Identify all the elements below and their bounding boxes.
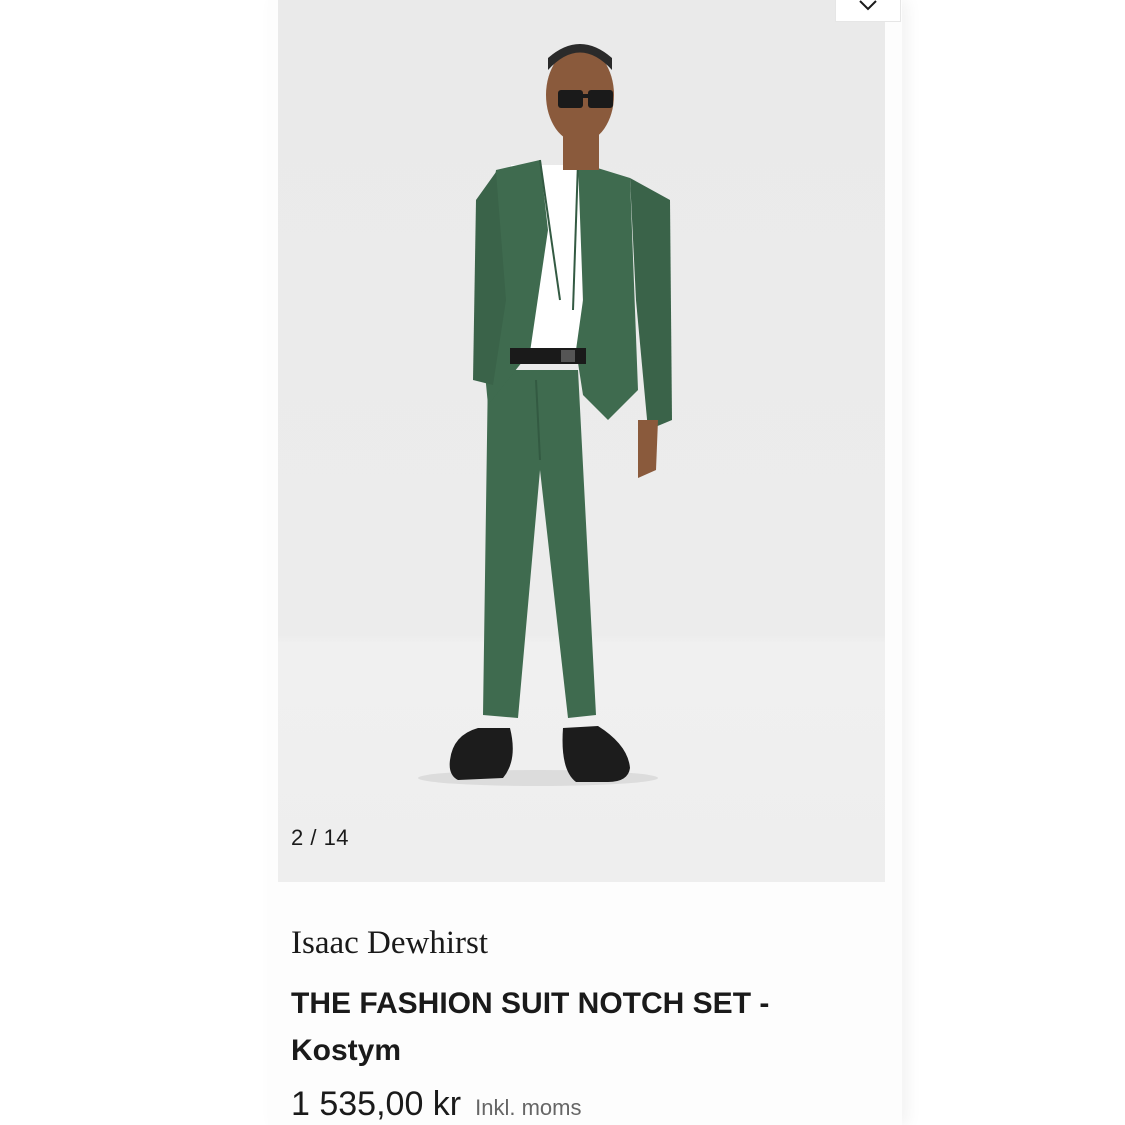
- product-price: 1 535,00 kr: [291, 1085, 462, 1123]
- wishlist-button[interactable]: [835, 0, 901, 22]
- image-counter: 2 / 14: [291, 825, 350, 850]
- product-page: 2 / 14 Isaac Dewhirst THE FASHION SUIT N…: [0, 0, 1125, 1125]
- brand-name[interactable]: Isaac Dewhirst: [291, 925, 488, 962]
- price-row: 1 535,00 kr Inkl. moms: [291, 1085, 581, 1124]
- vat-note: Inkl. moms: [475, 1095, 582, 1120]
- product-title-line2: Kostym: [291, 1034, 402, 1067]
- heart-icon: [859, 0, 877, 11]
- product-image: [418, 44, 672, 786]
- product-title: THE FASHION SUIT NOTCH SET - Kostym: [291, 980, 851, 1074]
- product-image-gallery[interactable]: [278, 0, 885, 882]
- product-title-line1: THE FASHION SUIT NOTCH SET -: [291, 987, 770, 1020]
